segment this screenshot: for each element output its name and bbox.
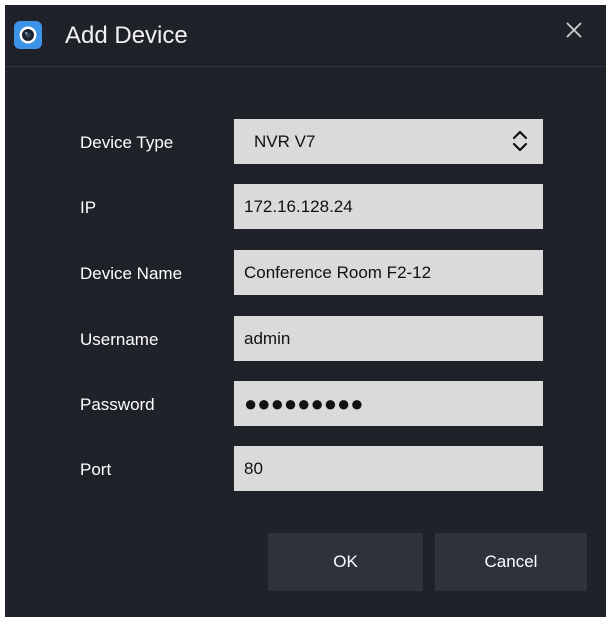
password-field[interactable]: ●●●●●●●●● (234, 381, 543, 426)
ip-label: IP (80, 198, 97, 217)
username-value: admin (244, 328, 291, 348)
close-icon[interactable] (561, 17, 587, 43)
password-label: Password (80, 395, 155, 414)
username-label: Username (80, 330, 159, 349)
cancel-button[interactable]: Cancel (435, 533, 587, 591)
up-down-chevron-icon (511, 127, 529, 160)
dialog-title: Add Device (65, 22, 188, 49)
password-value: ●●●●●●●●● (244, 390, 364, 416)
device-type-select[interactable]: NVR V7 (234, 119, 543, 164)
ok-button[interactable]: OK (268, 533, 423, 591)
add-device-dialog: Add Device Device Type NVR V7 IP 172.16.… (5, 5, 606, 617)
username-field[interactable]: admin (234, 316, 543, 361)
ip-field[interactable]: 172.16.128.24 (234, 184, 543, 229)
port-label: Port (80, 460, 112, 479)
ip-value: 172.16.128.24 (244, 196, 353, 216)
port-value: 80 (244, 458, 263, 478)
port-field[interactable]: 80 (234, 446, 543, 491)
device-name-field[interactable]: Conference Room F2-12 (234, 250, 543, 295)
device-name-label: Device Name (80, 264, 183, 283)
camera-lens-icon (14, 21, 42, 49)
device-type-label: Device Type (80, 133, 174, 152)
title-bar: Add Device (5, 5, 606, 67)
device-name-value: Conference Room F2-12 (244, 262, 432, 282)
device-type-value: NVR V7 (254, 131, 316, 151)
